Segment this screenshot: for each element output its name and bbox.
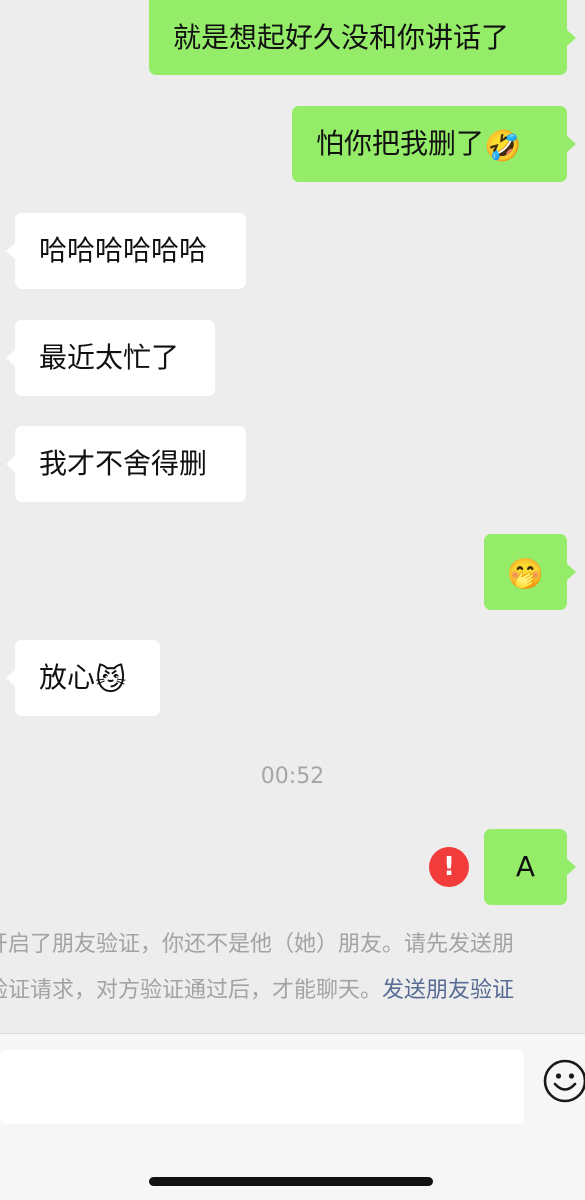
notice-line-2: 验证请求，对方验证通过后，才能聊天。发送朋友验证 xyxy=(0,968,585,1014)
message-bubble-outgoing[interactable]: 🤭 xyxy=(484,534,576,610)
message-text: A xyxy=(515,850,536,883)
chat-screen: 就是想起好久没和你讲话了 怕你把我删了🤣 哈哈哈哈哈哈 最近太忙了 我才不舍得删… xyxy=(0,0,585,1200)
hand-over-mouth-emoji: 🤭 xyxy=(506,557,545,592)
message-bubble-incoming[interactable]: 我才不舍得删 xyxy=(6,426,246,502)
message-bubble-outgoing[interactable]: 就是想起好久没和你讲话了 xyxy=(149,0,576,75)
message-text: 放心 xyxy=(39,661,96,694)
message-input[interactable] xyxy=(0,1050,524,1124)
notice-line-1: 开启了朋友验证，你还不是他（她）朋友。请先发送朋 xyxy=(0,932,515,957)
home-indicator xyxy=(149,1177,433,1186)
message-text: 怕你把我删了 xyxy=(316,127,485,160)
message-text: 最近太忙了 xyxy=(39,341,180,374)
message-text: 就是想起好久没和你讲话了 xyxy=(173,21,510,54)
message-bubble-incoming[interactable]: 放心😼 xyxy=(6,640,160,716)
send-friend-verification-link[interactable]: 发送朋友验证 xyxy=(382,978,514,1003)
smiley-icon[interactable] xyxy=(543,1059,585,1103)
friend-verification-notice: 开启了朋友验证，你还不是他（她）朋友。请先发送朋 验证请求，对方验证通过后，才能… xyxy=(0,922,585,1014)
chat-timestamp: 00:52 xyxy=(260,764,325,789)
input-bar xyxy=(0,1033,585,1200)
cat-emoji: 😼 xyxy=(95,663,127,698)
notice-line-2-text: 验证请求，对方验证通过后，才能聊天。 xyxy=(0,978,383,1003)
rolling-laughing-emoji: 🤣 xyxy=(484,129,522,164)
message-bubble-outgoing[interactable]: 怕你把我删了🤣 xyxy=(292,106,576,182)
message-bubble-outgoing[interactable]: A xyxy=(484,829,576,905)
message-text: 我才不舍得删 xyxy=(39,447,208,480)
message-bubble-incoming[interactable]: 哈哈哈哈哈哈 xyxy=(6,213,246,289)
message-text: 哈哈哈哈哈哈 xyxy=(39,234,208,267)
message-bubble-incoming[interactable]: 最近太忙了 xyxy=(6,320,215,396)
send-failed-icon[interactable]: ! xyxy=(429,847,469,887)
